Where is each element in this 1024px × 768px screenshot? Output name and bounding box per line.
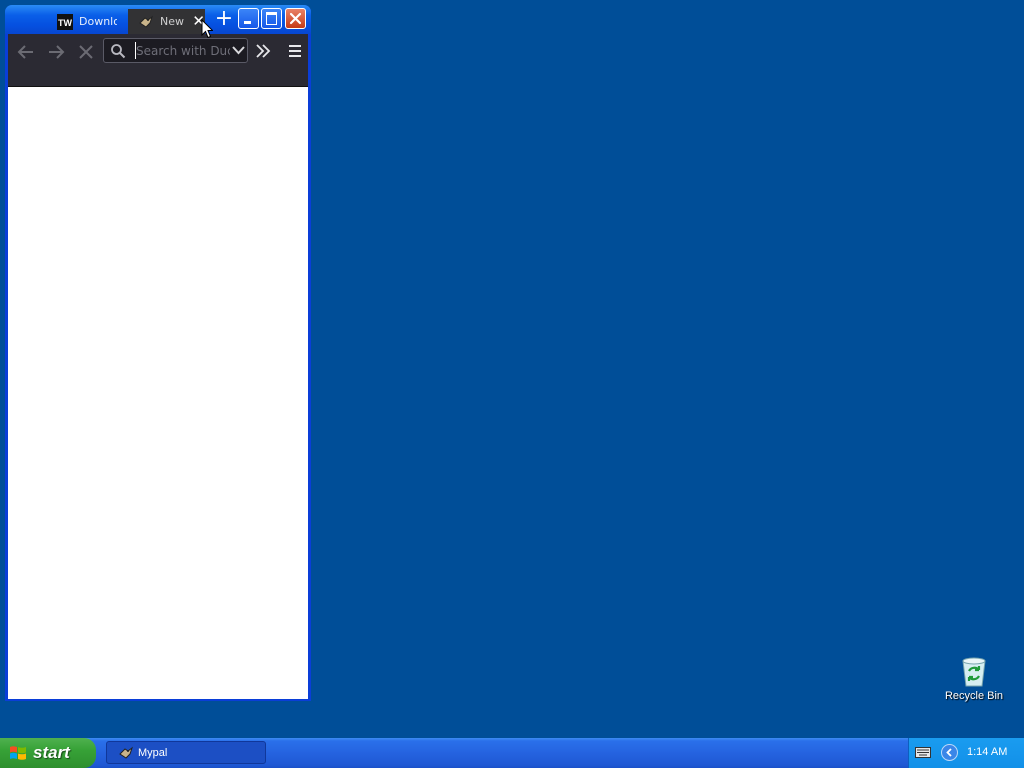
- svg-text:TW: TW: [58, 18, 72, 28]
- tab-title: New: [160, 15, 184, 28]
- overflow-chevrons-icon[interactable]: [255, 43, 271, 59]
- chevron-down-icon[interactable]: [232, 46, 245, 55]
- tw-favicon-icon: TW: [57, 13, 73, 30]
- tab-downloads[interactable]: TW Downlo: [47, 9, 127, 34]
- mypal-icon: [119, 746, 133, 759]
- new-tab-button[interactable]: +: [214, 8, 234, 30]
- search-input[interactable]: [135, 42, 230, 59]
- windows-logo-icon: [10, 746, 26, 760]
- taskbar-button-label: Mypal: [138, 746, 168, 759]
- taskbar-button-mypal[interactable]: Mypal: [106, 741, 266, 764]
- back-arrow-icon[interactable]: [15, 43, 37, 61]
- close-button[interactable]: [285, 8, 306, 29]
- search-box[interactable]: [103, 38, 248, 63]
- close-icon: [289, 12, 302, 25]
- minimize-button[interactable]: [238, 8, 259, 29]
- maximize-button[interactable]: [261, 8, 282, 29]
- system-tray: 1:14 AM: [908, 738, 1024, 768]
- start-button[interactable]: start: [0, 738, 96, 768]
- mouse-cursor-icon: [201, 19, 213, 39]
- show-hidden-icons-button[interactable]: [941, 744, 958, 761]
- taskbar: start Mypal 1:14 AM: [0, 738, 1024, 768]
- hamburger-menu-icon[interactable]: [288, 44, 302, 58]
- tab-title: Downlo: [79, 15, 117, 28]
- desktop-icon-label: Recycle Bin: [944, 690, 1004, 702]
- mypal-favicon-icon: [139, 15, 153, 28]
- stop-icon[interactable]: [75, 43, 97, 61]
- clock[interactable]: 1:14 AM: [967, 746, 1007, 758]
- navigation-toolbar: [8, 34, 308, 86]
- chevron-left-icon: [946, 748, 952, 757]
- search-icon: [111, 44, 126, 59]
- keyboard-icon[interactable]: [915, 747, 931, 758]
- recycle-bin-icon: [962, 657, 986, 687]
- title-bar[interactable]: TW Downlo New ✕ +: [5, 5, 311, 34]
- page-content[interactable]: [8, 86, 308, 699]
- browser-window: TW Downlo New ✕ +: [5, 5, 311, 701]
- desktop-icon-recycle-bin[interactable]: Recycle Bin: [940, 656, 1008, 702]
- tab-new[interactable]: New ✕: [128, 9, 205, 34]
- start-label: start: [33, 743, 70, 762]
- forward-arrow-icon[interactable]: [45, 43, 67, 61]
